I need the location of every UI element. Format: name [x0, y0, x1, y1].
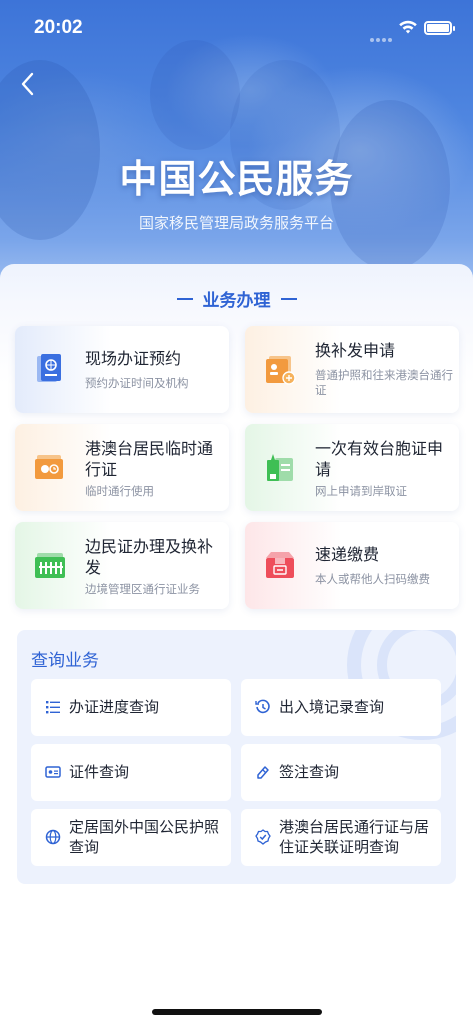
- query-label: 定居国外中国公民护照查询: [69, 818, 220, 856]
- verified-badge-icon: [255, 829, 271, 845]
- endorsement-icon: [257, 766, 269, 779]
- globe-icon: [45, 829, 61, 845]
- card-onsite-appointment[interactable]: 现场办证预约 预约办证时间及机构: [15, 326, 229, 413]
- card-title: 边民证办理及换补发: [85, 537, 214, 577]
- card-border-pass[interactable]: 边民证办理及换补发 边境管理区通行证业务: [15, 522, 229, 609]
- card-title: 一次有效台胞证申请: [315, 439, 444, 479]
- business-section-header: 业务办理: [0, 286, 473, 311]
- query-progress[interactable]: 办证进度查询: [31, 679, 231, 736]
- temp-pass-icon: [35, 455, 63, 479]
- wifi-icon: [399, 20, 417, 34]
- query-certificate[interactable]: 证件查询: [31, 744, 231, 801]
- card-taiwan-permit[interactable]: 一次有效台胞证申请 网上申请到岸取证: [245, 424, 459, 511]
- business-section-title: 业务办理: [202, 291, 271, 311]
- query-label: 签注查询: [279, 763, 340, 781]
- page-title: 中国公民服务: [119, 157, 354, 201]
- card-desc: 网上申请到岸取证: [315, 484, 407, 498]
- certificate-icon: [45, 766, 61, 778]
- card-desc: 本人或帮他人扫码缴费: [315, 572, 430, 586]
- id-card-icon: [266, 356, 296, 385]
- card-title: 换补发申请: [315, 341, 396, 360]
- main-panel: 业务办理 现场办证预约 预约办证时间及机构 换补发申请 普通护照和往来港澳台通行…: [0, 264, 473, 1024]
- back-button[interactable]: [14, 68, 42, 100]
- passport-icon: [37, 354, 61, 382]
- status-bar: 20:02: [0, 0, 473, 54]
- taiwan-permit-icon: [267, 454, 293, 481]
- query-overseas-passport[interactable]: 定居国外中国公民护照查询: [31, 809, 231, 866]
- query-label: 出入境记录查询: [279, 698, 385, 716]
- home-indicator: [152, 1009, 322, 1015]
- express-box-icon: [266, 552, 294, 578]
- hero-banner: 20:02 中国公民服务 国家移民管理局政务服务平台: [0, 0, 473, 300]
- battery-icon: [424, 21, 455, 35]
- card-title: 港澳台居民临时通行证: [85, 439, 214, 479]
- card-title: 现场办证预约: [85, 349, 182, 368]
- card-desc: 边境管理区通行证业务: [85, 582, 200, 596]
- query-label: 证件查询: [69, 763, 130, 781]
- card-title: 速递缴费: [315, 545, 380, 564]
- history-clock-icon: [255, 699, 270, 714]
- card-desc: 普通护照和往来港澳台通行证: [315, 368, 453, 397]
- card-replacement-application[interactable]: 换补发申请 普通护照和往来港澳台通行证: [245, 326, 459, 413]
- page-subtitle: 国家移民管理局政务服务平台: [138, 214, 334, 232]
- query-section: 查询业务 办证进度查询 出入境记录查询 证件查询 签注查询 定居国外中国公民护照…: [17, 630, 456, 884]
- card-express-payment[interactable]: 速递缴费 本人或帮他人扫码缴费: [245, 522, 459, 609]
- query-endorsement[interactable]: 签注查询: [241, 744, 441, 801]
- status-time: 20:02: [34, 17, 83, 38]
- border-pass-icon: [35, 553, 65, 578]
- card-temp-pass[interactable]: 港澳台居民临时通行证 临时通行使用: [15, 424, 229, 511]
- query-label: 办证进度查询: [69, 698, 160, 716]
- progress-list-icon: [46, 701, 60, 714]
- card-desc: 预约办证时间及机构: [85, 376, 189, 390]
- query-residence-permit-link[interactable]: 港澳台居民通行证与居住证关联证明查询: [241, 809, 441, 866]
- query-label: 港澳台居民通行证与居住证关联证明查询: [279, 818, 430, 856]
- query-entry-exit-record[interactable]: 出入境记录查询: [241, 679, 441, 736]
- query-section-title: 查询业务: [31, 651, 99, 671]
- signal-icon: [370, 27, 394, 42]
- card-desc: 临时通行使用: [85, 484, 154, 498]
